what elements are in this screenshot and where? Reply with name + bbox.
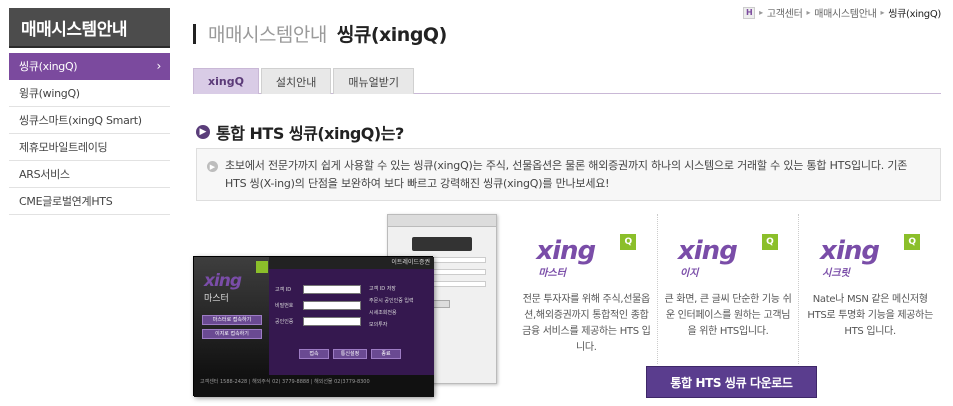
logo-word: xing xyxy=(536,236,596,266)
page-category: 매매시스템안내 xyxy=(208,24,327,46)
caret-right-icon: ▸ xyxy=(880,8,885,17)
description-box: ▶ 초보에서 전문가까지 쉽게 사용할 수 있는 씽큐(xingQ)는 주식, … xyxy=(196,148,941,201)
field-label: 공인인증 xyxy=(275,319,294,325)
chevron-right-icon: › xyxy=(156,59,162,73)
checkbox-label: 시세조회전용 xyxy=(369,310,397,316)
card-description: Nate나 MSN 같은 메신저형 HTS로 투명화 기능을 제공하는 HTS … xyxy=(807,294,933,337)
q-logo-icon xyxy=(256,261,268,273)
caret-right-icon: ▸ xyxy=(759,8,763,17)
logo-word: xing xyxy=(820,236,880,266)
caret-right-icon: ▸ xyxy=(806,8,811,17)
settings-label: 통신설정 xyxy=(333,349,367,359)
tab-manual-download[interactable]: 매뉴얼받기 xyxy=(333,68,415,94)
q-logo-icon: Q xyxy=(620,234,637,250)
logo-subtitle: 시크릿 xyxy=(822,268,850,279)
xing-secret-logo: xing Q 시크릿 xyxy=(820,234,921,284)
brand-label: 이트레이드증권 xyxy=(269,257,434,269)
breadcrumb-item[interactable]: 고객센터 xyxy=(767,5,803,20)
logo-subtitle: 마스터 xyxy=(204,294,229,304)
sidebar-item-mobile-trading[interactable]: 제휴모바일트레이딩 xyxy=(9,134,170,161)
window-footer: 고객센터 1588-2428 | 해외주식 02) 3779-8888 | 해외… xyxy=(194,375,434,397)
sidebar-item-wingq[interactable]: 윙큐(wingQ) xyxy=(9,80,170,107)
download-button[interactable]: 통합 HTS 씽큐 다운로드 xyxy=(646,366,817,398)
tab-install-guide[interactable]: 설치안내 xyxy=(260,68,332,94)
tab-bar: xingQ 설치안내 매뉴얼받기 xyxy=(193,68,941,94)
product-screenshot: xing 마스터 마스터로 접속하기 이지로 접속하기 이트레이드증권 고객 I… xyxy=(193,214,503,404)
bullet-arrow-icon: ▶ xyxy=(207,161,218,172)
checkbox-label: 주문시 공인인증 입력 xyxy=(369,298,414,304)
circle-arrow-icon: ▶ xyxy=(196,125,210,139)
sidebar: 매매시스템안내 씽큐(xingQ) › 윙큐(wingQ) 씽큐스마트(xing… xyxy=(9,8,170,215)
breadcrumb: H ▸ 고객센터 ▸ 매매시스템안내 ▸ 씽큐(xingQ) xyxy=(743,5,941,20)
logo-subtitle: 마스터 xyxy=(538,268,566,279)
sidebar-item-xingq-smart[interactable]: 씽큐스마트(xingQ Smart) xyxy=(9,107,170,134)
field-label: 고객 ID xyxy=(275,287,292,293)
section-heading: ▶ 통합 HTS 씽큐(xingQ)는? xyxy=(196,120,404,144)
tab-xingq[interactable]: xingQ xyxy=(193,68,259,94)
sidebar-menu: 씽큐(xingQ) › 윙큐(wingQ) 씽큐스마트(xingQ Smart)… xyxy=(9,53,170,215)
q-logo-icon: Q xyxy=(762,234,778,250)
master-login-label: 마스터로 접속하기 xyxy=(202,315,262,325)
page-header: 매매시스템안내 씽큐(xingQ) xyxy=(193,20,447,47)
breadcrumb-item[interactable]: 매매시스템안내 xyxy=(814,5,877,20)
header-divider xyxy=(193,23,196,44)
sidebar-item-xingq[interactable]: 씽큐(xingQ) › xyxy=(9,53,170,80)
easy-login-label: 이지로 접속하기 xyxy=(202,329,262,339)
logo-word: xing xyxy=(678,236,738,266)
product-cards: xing Q 마스터 전문 투자자를 위해 주식,선물옵션,해외증권까지 통합적… xyxy=(516,214,941,364)
description-text: 초보에서 전문가까지 쉽게 사용할 수 있는 씽큐(xingQ)는 주식, 선물… xyxy=(225,159,908,190)
connect-label: 접속 xyxy=(299,349,329,359)
checkbox-label: 모의투자 xyxy=(369,322,388,328)
sidebar-item-cme-global[interactable]: CME글로벌연계HTS xyxy=(9,188,170,215)
sidebar-title: 매매시스템안내 xyxy=(9,8,170,48)
card-easy: xing Q 이지 큰 화면, 큰 글씨 단순한 기능 쉬운 인터페이스를 원하… xyxy=(658,214,800,364)
q-logo-icon: Q xyxy=(904,234,921,250)
xing-easy-logo: xing Q 이지 xyxy=(678,234,778,284)
card-description: 큰 화면, 큰 글씨 단순한 기능 쉬운 인터페이스를 원하는 고객님을 위한 … xyxy=(664,294,792,337)
home-icon[interactable]: H xyxy=(743,6,756,19)
sidebar-item-ars[interactable]: ARS서비스 xyxy=(9,161,170,188)
exit-label: 종료 xyxy=(371,349,401,359)
checkbox-label: 고객 ID 저장 xyxy=(369,286,396,292)
page-title: 씽큐(xingQ) xyxy=(336,24,447,46)
card-description: 전문 투자자를 위해 주식,선물옵션,해외증권까지 통합적인 종합 금융 서비스… xyxy=(522,294,651,353)
sidebar-item-label: 씽큐(xingQ) xyxy=(19,60,78,73)
login-window-image: xing 마스터 마스터로 접속하기 이지로 접속하기 이트레이드증권 고객 I… xyxy=(193,256,434,397)
section-title: 통합 HTS 씽큐(xingQ)는? xyxy=(216,124,404,143)
xing-logo: xing xyxy=(204,271,242,291)
card-secret: xing Q 시크릿 Nate나 MSN 같은 메신저형 HTS로 투명화 기능… xyxy=(799,214,941,364)
xing-master-logo: xing Q 마스터 xyxy=(536,234,637,284)
breadcrumb-current: 씽큐(xingQ) xyxy=(888,9,941,20)
logo-subtitle: 이지 xyxy=(680,268,699,279)
card-master: xing Q 마스터 전문 투자자를 위해 주식,선물옵션,해외증권까지 통합적… xyxy=(516,214,658,364)
field-label: 비밀번호 xyxy=(275,303,294,309)
